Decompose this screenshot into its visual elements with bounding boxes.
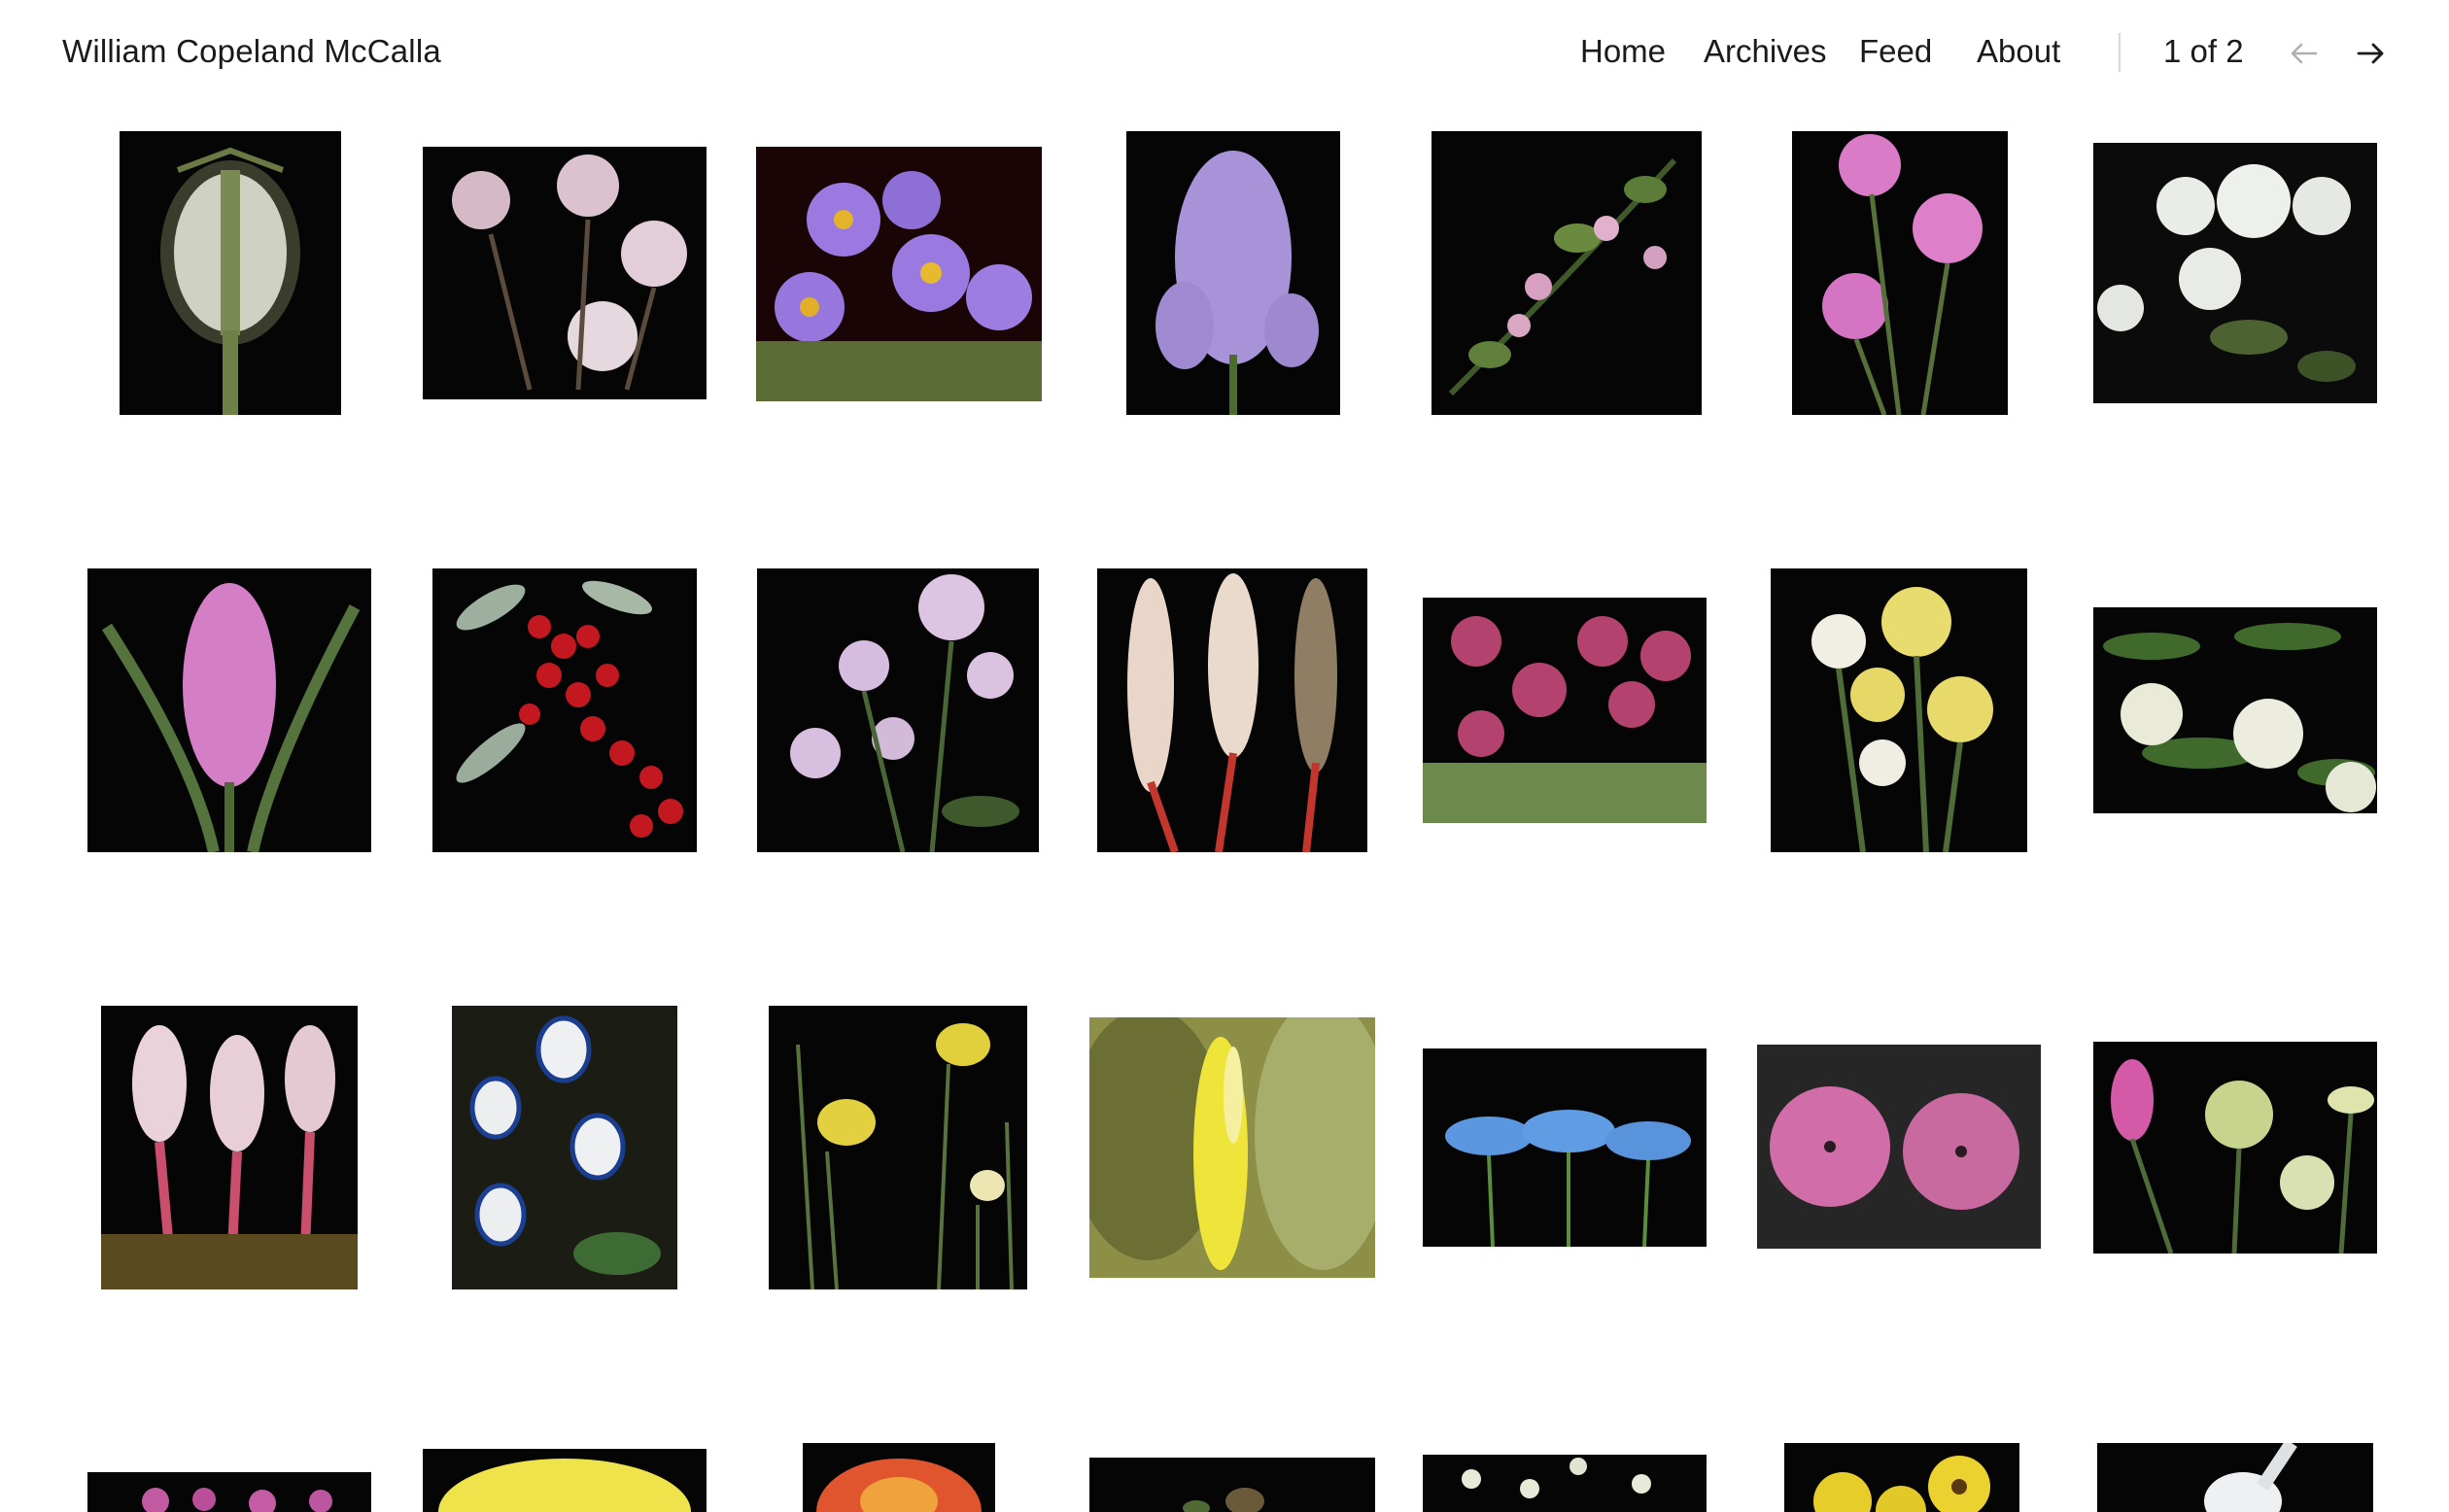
white-lily-photo[interactable]	[2097, 1443, 2373, 1512]
red-berries-branch-photo[interactable]	[432, 568, 697, 852]
pink-blossom-branch-photo[interactable]	[1431, 131, 1702, 415]
poppy-seed-pod-photo[interactable]	[120, 131, 341, 415]
green-pods-photo[interactable]	[1089, 1458, 1375, 1512]
pink-primula-photo[interactable]	[1423, 598, 1707, 823]
pink-orchid-photo[interactable]	[87, 1472, 371, 1512]
white-elder-blossoms-photo[interactable]	[2093, 607, 2377, 813]
yellow-sunflowers-photo[interactable]	[1784, 1443, 2019, 1512]
blue-white-monkshood-photo[interactable]	[452, 1006, 677, 1289]
pink-hyacinth-photo[interactable]	[87, 568, 371, 852]
white-spirea-photo[interactable]	[2093, 143, 2377, 403]
pale-phlox-photo[interactable]	[757, 568, 1039, 852]
pink-thistle-flowers-photo[interactable]	[1792, 131, 2008, 415]
seed-pods-photo[interactable]	[2093, 1042, 2377, 1254]
flower-spikes-photo[interactable]	[1097, 568, 1367, 852]
pink-mallow-photo[interactable]	[1757, 1045, 2041, 1249]
blue-nigella-photo[interactable]	[1423, 1048, 1707, 1247]
yellow-skunk-cabbage-photo[interactable]	[1089, 1017, 1375, 1278]
white-bells-photo[interactable]	[1423, 1455, 1707, 1512]
clover-blossoms-photo[interactable]	[423, 147, 707, 399]
yellow-daffodil-stems-photo[interactable]	[769, 1006, 1027, 1289]
purple-asters-photo[interactable]	[756, 147, 1042, 401]
daffodils-photo[interactable]	[1771, 568, 2027, 852]
photo-grid	[0, 0, 2449, 1512]
lavender-stock-photo[interactable]	[1126, 131, 1340, 415]
yellow-chrysanthemum-photo[interactable]	[423, 1449, 707, 1512]
orange-tulip-photo[interactable]	[803, 1443, 995, 1512]
pink-hyacinth-stems-photo[interactable]	[101, 1006, 358, 1289]
